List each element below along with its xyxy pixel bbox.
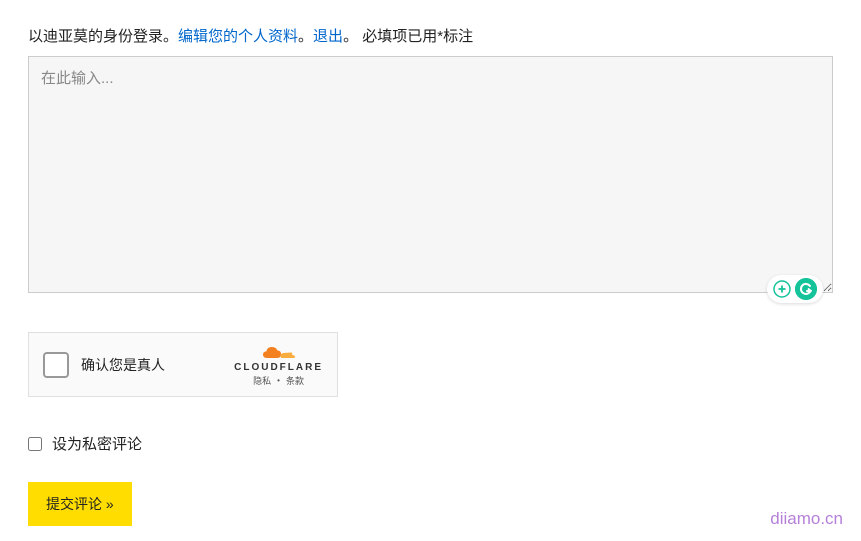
captcha-checkbox[interactable] xyxy=(43,352,69,378)
private-label: 设为私密评论 xyxy=(52,433,142,454)
cloudflare-text: CLOUDFLARE xyxy=(234,362,323,373)
required-note: 必填项已用*标注 xyxy=(358,28,473,45)
separator: 。 xyxy=(298,28,313,45)
separator: 。 xyxy=(343,28,358,45)
submit-comment-button[interactable]: 提交评论 » xyxy=(28,482,132,526)
private-checkbox[interactable] xyxy=(28,437,42,451)
cloudflare-turnstile-widget: 确认您是真人 CLOUDFLARE 隐私 • 条款 xyxy=(28,332,338,397)
edit-profile-link[interactable]: 编辑您的个人资料 xyxy=(178,28,298,45)
grammarly-g-icon xyxy=(795,278,817,300)
login-info-line: 以迪亚莫的身份登录。编辑您的个人资料。退出。 必填项已用*标注 xyxy=(28,25,833,46)
cloudflare-brand: CLOUDFLARE 隐私 • 条款 xyxy=(234,343,323,387)
logout-link[interactable]: 退出 xyxy=(313,28,343,45)
grammarly-plus-icon xyxy=(773,280,791,298)
login-prefix: 以迪亚莫的身份登录。 xyxy=(28,28,178,45)
comment-textarea[interactable] xyxy=(28,56,833,293)
cloudflare-logo-icon xyxy=(261,343,297,361)
cf-terms-link[interactable]: 条款 xyxy=(286,374,304,387)
watermark: diiamo.cn xyxy=(770,509,843,529)
grammarly-badge[interactable] xyxy=(767,275,823,303)
captcha-label: 确认您是真人 xyxy=(81,355,222,375)
cloudflare-links: 隐私 • 条款 xyxy=(253,374,304,387)
cf-privacy-link[interactable]: 隐私 xyxy=(253,374,271,387)
private-comment-row: 设为私密评论 xyxy=(28,433,833,454)
cf-dot: • xyxy=(277,376,280,385)
